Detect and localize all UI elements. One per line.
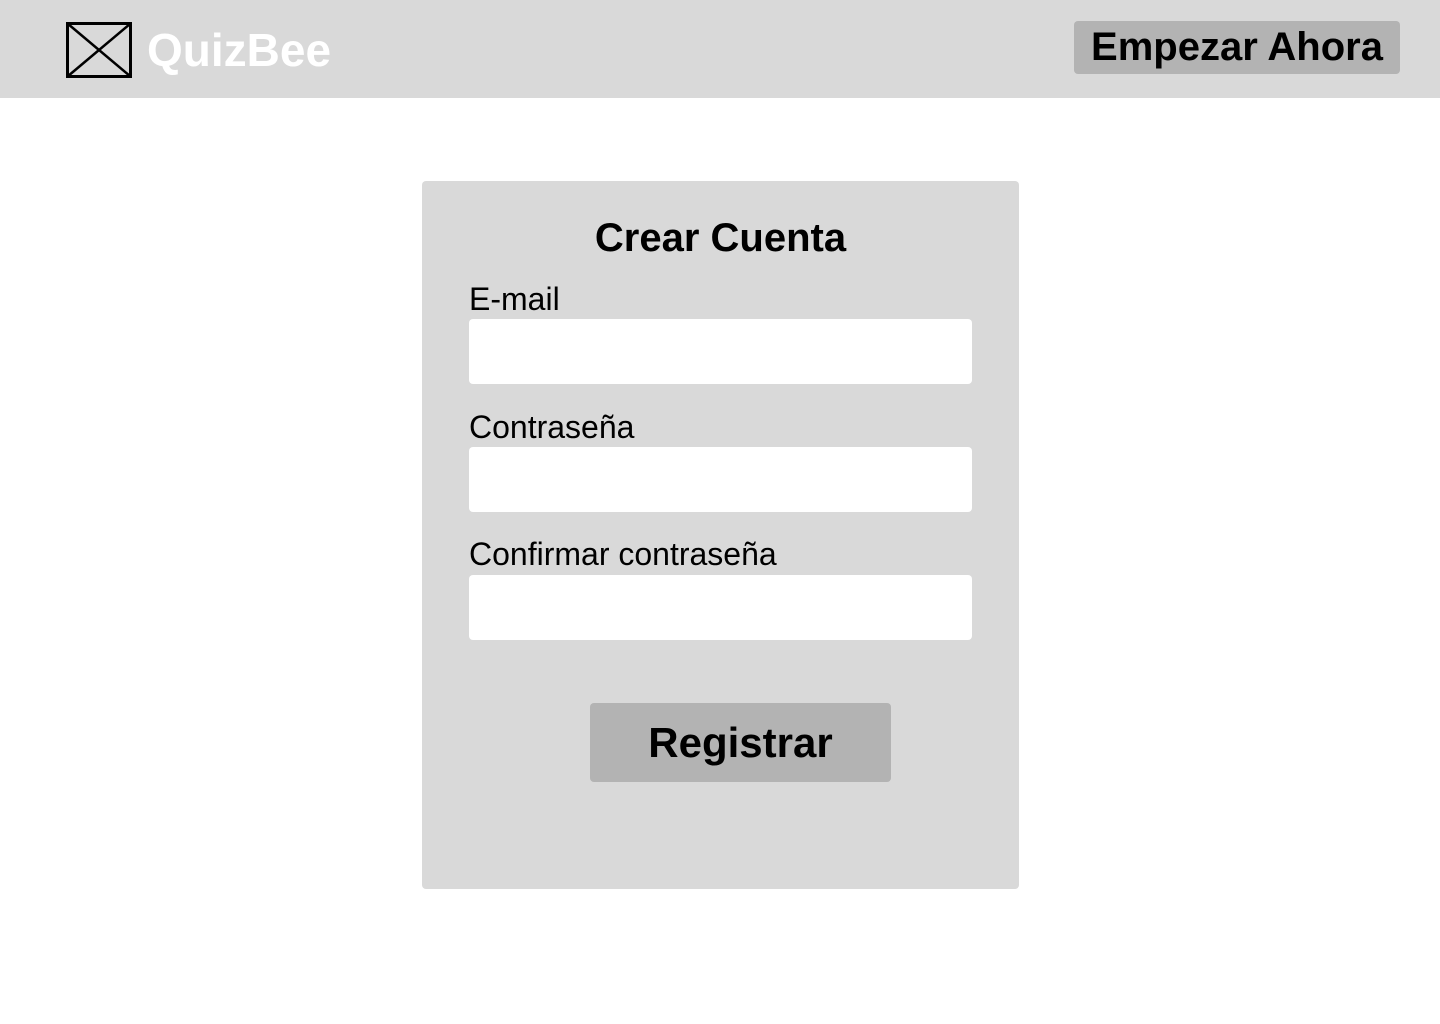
confirm-password-label: Confirmar contraseña <box>469 536 777 572</box>
password-label: Contraseña <box>469 409 635 445</box>
top-header: QuizBee Empezar Ahora <box>0 0 1440 98</box>
confirm-password-field[interactable] <box>469 575 972 640</box>
form-title: Crear Cuenta <box>594 216 847 260</box>
password-field[interactable] <box>469 447 972 512</box>
email-field[interactable] <box>469 319 972 384</box>
signup-card: Crear Cuenta E-mail Contraseña Confirmar… <box>422 181 1019 889</box>
register-button[interactable]: Registrar <box>590 703 891 782</box>
brand-name[interactable]: QuizBee <box>147 24 331 76</box>
start-now-button[interactable]: Empezar Ahora <box>1074 21 1400 74</box>
email-label: E-mail <box>469 281 560 317</box>
image-placeholder-icon[interactable] <box>66 22 132 78</box>
